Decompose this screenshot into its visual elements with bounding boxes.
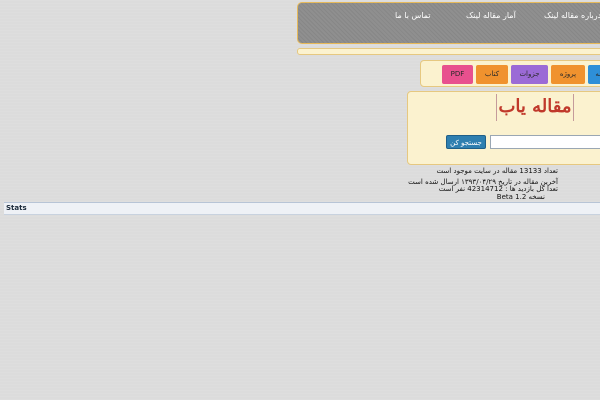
- category-panel: PDF کتاب جزوات پروژه مقاله: [420, 60, 600, 87]
- nav-item-about[interactable]: درباره مقاله لینک: [544, 11, 600, 20]
- category-notes-button[interactable]: جزوات: [511, 65, 548, 84]
- category-pdf-button[interactable]: PDF: [442, 65, 473, 84]
- nav-item-stats[interactable]: آمار مقاله لینک: [466, 11, 516, 20]
- visitor-count-text: تعدا کل بازدید ها : 42314712 نفر است: [438, 185, 558, 193]
- nav-underline-strip: [297, 48, 600, 55]
- category-project-button[interactable]: پروژه: [551, 65, 585, 84]
- nav-item-contact[interactable]: تماس با ما: [395, 11, 431, 20]
- article-count-text: تعداد 13133 مقاله در سایت موجود است: [436, 167, 558, 175]
- category-book-button[interactable]: کتاب: [476, 65, 508, 84]
- search-input[interactable]: [490, 135, 600, 149]
- stats-label: Stats: [6, 204, 27, 212]
- stats-bar: Stats: [4, 202, 600, 215]
- category-article-button[interactable]: مقاله: [588, 65, 600, 84]
- search-button[interactable]: جستجو کن: [446, 135, 486, 149]
- search-panel: مقاله یاب جستجو کن: [407, 91, 600, 165]
- site-logo: مقاله یاب: [496, 94, 574, 121]
- version-text: نسخه Beta 1.2: [496, 193, 545, 201]
- top-navigation-bar: درباره مقاله لینک آمار مقاله لینک تماس ب…: [297, 2, 600, 44]
